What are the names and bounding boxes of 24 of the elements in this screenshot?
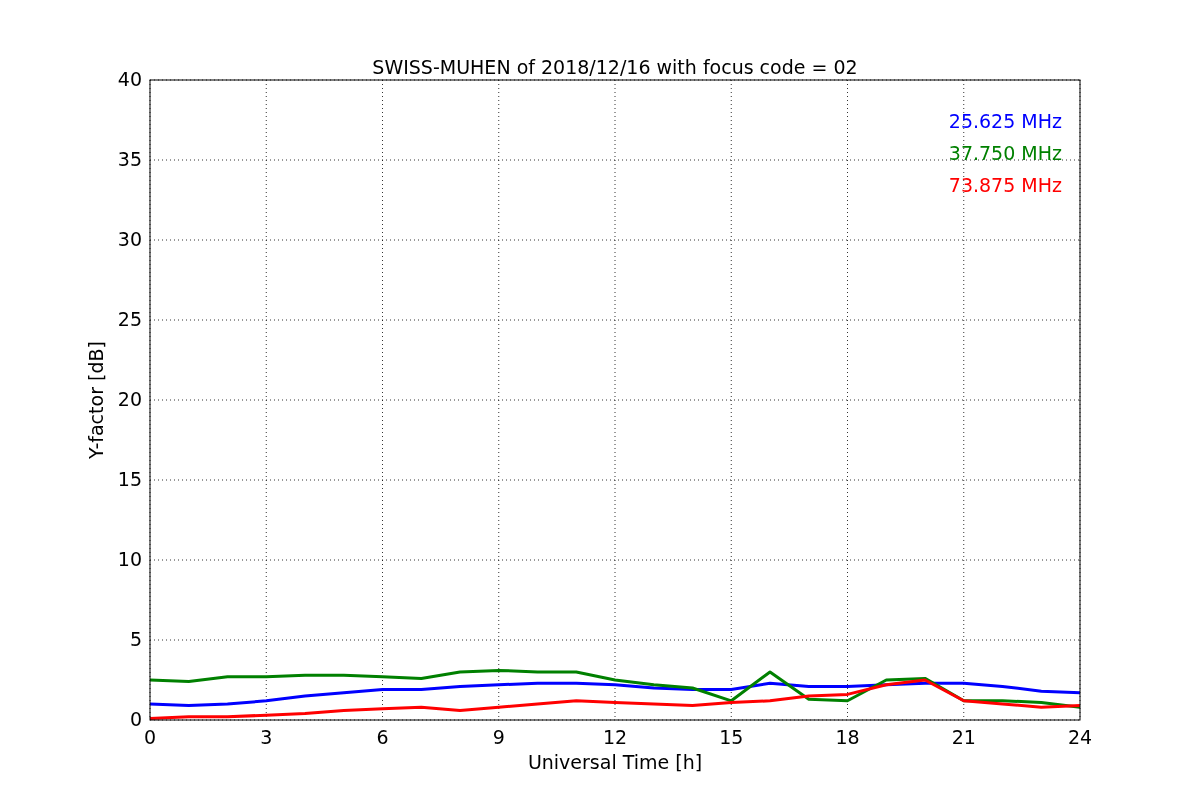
legend-label: 37.750 MHz <box>948 142 1062 164</box>
x-axis-label: Universal Time [h] <box>527 751 703 773</box>
x-tick-label: 3 <box>260 726 273 748</box>
y-tick-label: 40 <box>117 68 142 90</box>
x-tick-label: 24 <box>1067 726 1093 748</box>
y-tick-label: 30 <box>117 228 142 250</box>
chart-title: SWISS-MUHEN of 2018/12/16 with focus code = 02 <box>372 56 858 78</box>
x-tick-label: 6 <box>376 726 389 748</box>
y-tick-label: 5 <box>129 628 142 650</box>
y-tick-label: 0 <box>129 708 142 730</box>
y-tick-label: 10 <box>117 548 142 570</box>
y-tick-label: 15 <box>117 468 142 490</box>
x-tick-label: 18 <box>835 726 860 748</box>
y-tick-label: 25 <box>117 308 142 330</box>
x-tick-label: 0 <box>143 726 157 748</box>
x-tick-label: 15 <box>719 726 744 748</box>
legend-label: 25.625 MHz <box>948 110 1062 132</box>
legend-label: 73.875 MHz <box>948 174 1062 196</box>
y-axis-label: Y-factor [dB] <box>85 341 107 459</box>
x-tick-label: 9 <box>492 726 505 748</box>
y-tick-label: 20 <box>117 388 142 410</box>
x-tick-label: 12 <box>602 726 628 748</box>
x-tick-label: 21 <box>951 726 976 748</box>
y-tick-label: 35 <box>117 148 142 170</box>
